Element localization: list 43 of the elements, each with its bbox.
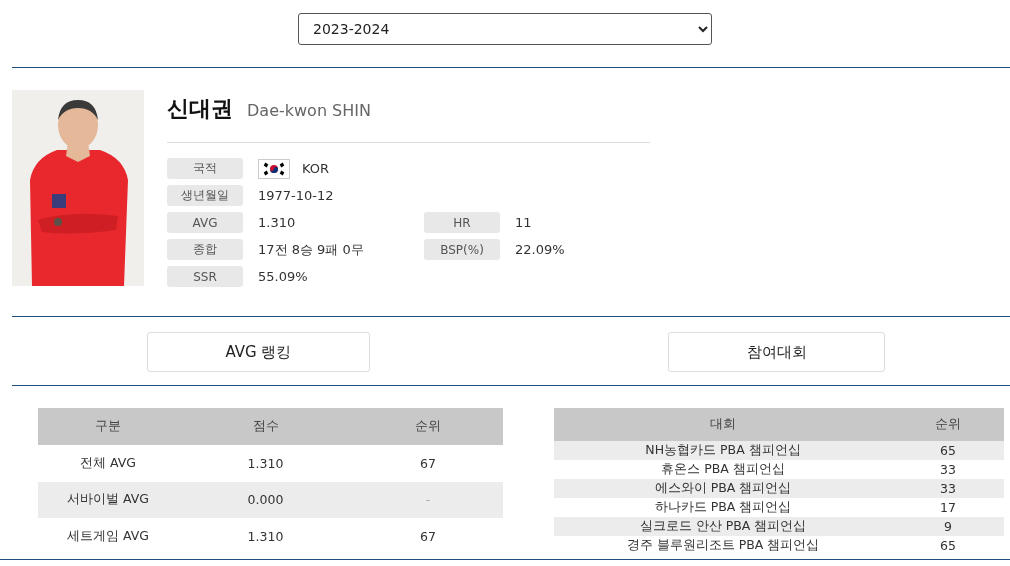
- info-label: SSR: [167, 266, 243, 287]
- tab-button[interactable]: 참여대회: [668, 332, 885, 372]
- table-cell: 33: [892, 460, 1004, 479]
- column-header: 순위: [353, 408, 503, 445]
- info-value: 55.09%: [258, 269, 308, 284]
- info-label: 생년월일: [167, 185, 243, 206]
- column-header: 구분: [38, 408, 178, 445]
- table-cell: 67: [353, 444, 503, 482]
- info-label: 종합: [167, 239, 243, 260]
- table-cell: 에스와이 PBA 챔피언십: [554, 479, 892, 498]
- info-value: 11: [514, 215, 532, 230]
- table-cell: 17: [892, 498, 1004, 517]
- info-label: AVG: [167, 212, 243, 233]
- info-label: HR: [424, 212, 500, 233]
- table-cell: 9: [892, 517, 1004, 536]
- table-cell: 서바이벌 AVG: [38, 481, 178, 519]
- table-cell: 휴온스 PBA 챔피언십: [554, 460, 892, 479]
- table-cell: NH농협카드 PBA 챔피언십: [554, 441, 892, 460]
- tab-button[interactable]: AVG 랭킹: [147, 332, 370, 372]
- info-value: 17전 8승 9패 0무: [258, 240, 364, 259]
- info-value: 1.310: [258, 215, 296, 230]
- column-header: 순위: [892, 408, 1004, 441]
- player-name: 신대권: [167, 95, 233, 123]
- season-dropdown[interactable]: 2023-2024: [298, 13, 712, 45]
- info-value: 1977-10-12: [258, 188, 334, 203]
- table-cell: 0.000: [178, 481, 353, 519]
- table-cell: -: [353, 481, 503, 519]
- table-cell: 33: [892, 479, 1004, 498]
- table-cell: 세트게임 AVG: [38, 518, 178, 555]
- table-cell: 65: [892, 441, 1004, 460]
- info-value: 22.09%: [514, 242, 565, 257]
- table-cell: 하나카드 PBA 챔피언십: [554, 498, 892, 517]
- info-label: BSP(%): [424, 239, 500, 260]
- player-name-english: Dae-kwon SHIN: [247, 101, 371, 120]
- info-value: KOR: [302, 161, 330, 176]
- info-label: 국적: [167, 158, 243, 179]
- table-cell: 실크로드 안산 PBA 챔피언십: [554, 517, 892, 536]
- column-header: 점수: [178, 408, 353, 445]
- table-cell: 67: [353, 518, 503, 555]
- table-cell: 1.310: [178, 444, 353, 482]
- table-cell: 1.310: [178, 518, 353, 555]
- table-cell: 전체 AVG: [38, 444, 178, 482]
- column-header: 대회: [554, 408, 892, 441]
